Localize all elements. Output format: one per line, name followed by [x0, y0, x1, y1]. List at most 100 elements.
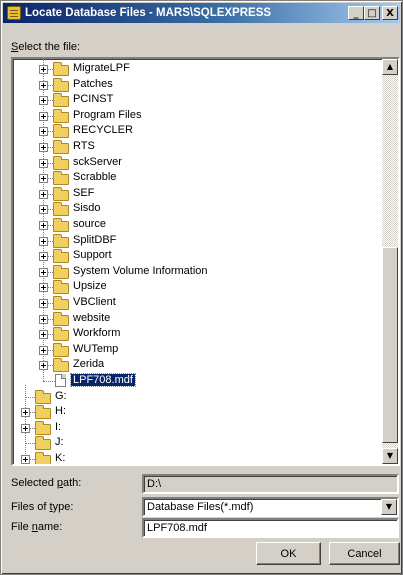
- tree-folder-item[interactable]: MigrateLPF: [13, 61, 373, 77]
- folder-icon: [53, 140, 69, 154]
- select-file-label: Select the file:: [11, 41, 80, 53]
- files-of-type-value: Database Files(*.mdf): [147, 501, 254, 513]
- expand-plus-icon[interactable]: [39, 361, 48, 371]
- window-title: Locate Database Files - MARS\SQLEXPRESS: [25, 7, 272, 19]
- folder-icon: [53, 311, 69, 326]
- tree-folder-item[interactable]: Workform: [13, 326, 373, 342]
- minimize-button[interactable]: _: [348, 6, 364, 20]
- tree-item-label: G:: [55, 389, 67, 402]
- tree-folder-item[interactable]: RTS: [13, 139, 373, 155]
- folder-icon: [53, 342, 69, 357]
- tree-folder-item[interactable]: WUTemp: [13, 342, 373, 358]
- database-icon: [7, 6, 21, 20]
- folder-icon: [53, 186, 69, 201]
- folder-icon: [53, 202, 69, 217]
- scroll-down-button[interactable]: ▼: [382, 448, 398, 464]
- folder-icon: [53, 296, 69, 310]
- expand-plus-icon[interactable]: [21, 408, 30, 418]
- scroll-thumb[interactable]: [382, 247, 398, 443]
- expand-plus-icon[interactable]: [39, 330, 48, 340]
- tree-item-label: J:: [55, 436, 64, 449]
- expand-plus-icon[interactable]: [39, 65, 48, 74]
- tree-folder-item[interactable]: source: [13, 217, 373, 233]
- expand-plus-icon[interactable]: [39, 80, 48, 90]
- file-tree[interactable]: ▲ ▼ MigrateLPF Patches PCINST Program Files…: [11, 57, 400, 466]
- tree-item-label: RTS: [73, 140, 95, 152]
- folder-icon: [53, 358, 69, 373]
- tree-folder-item[interactable]: RECYCLER: [13, 123, 373, 139]
- locate-database-files-dialog: Locate Database Files - MARS\SQLEXPRESS …: [0, 0, 403, 575]
- close-button[interactable]: X: [382, 6, 398, 20]
- tree-branch-line: [25, 396, 35, 398]
- files-of-type-select[interactable]: Database Files(*.mdf) ▼: [142, 497, 399, 517]
- tree-folder-item[interactable]: System Volume Information: [13, 264, 373, 280]
- tree-branch-line: [25, 443, 35, 445]
- title-bar[interactable]: Locate Database Files - MARS\SQLEXPRESS …: [3, 3, 400, 23]
- expand-plus-icon[interactable]: [21, 423, 30, 433]
- selected-path-label-pre: Selected: [11, 477, 57, 489]
- selected-path-field: D:\: [142, 474, 399, 494]
- expand-plus-icon[interactable]: [39, 143, 48, 152]
- file-name-input[interactable]: LPF708.mdf: [142, 518, 399, 538]
- tree-item-label: WUTemp: [73, 342, 119, 355]
- expand-plus-icon[interactable]: [39, 96, 48, 106]
- expand-plus-icon[interactable]: [39, 252, 48, 262]
- tree-folder-item[interactable]: SEF: [13, 186, 373, 202]
- folder-icon: [53, 62, 69, 76]
- tree-folder-item[interactable]: SplitDBF: [13, 233, 373, 249]
- expand-plus-icon[interactable]: [39, 299, 48, 308]
- expand-plus-icon[interactable]: [39, 345, 48, 355]
- tree-folder-item[interactable]: VBClient: [13, 295, 373, 311]
- vertical-scrollbar[interactable]: ▲ ▼: [382, 59, 398, 464]
- expand-plus-icon[interactable]: [39, 283, 48, 293]
- maximize-button[interactable]: □: [364, 6, 380, 20]
- tree-drive-item[interactable]: I:: [13, 420, 373, 436]
- tree-drive-item[interactable]: J:: [13, 435, 373, 451]
- tree-folder-item[interactable]: Program Files: [13, 108, 373, 124]
- folder-icon: [35, 389, 51, 404]
- expand-plus-icon[interactable]: [39, 205, 48, 215]
- tree-drive-item[interactable]: K:: [13, 451, 373, 464]
- dropdown-arrow-icon[interactable]: ▼: [381, 499, 397, 515]
- expand-plus-icon[interactable]: [39, 221, 48, 230]
- tree-folder-item[interactable]: sckServer: [13, 155, 373, 171]
- tree-item-label: SEF: [73, 186, 95, 199]
- scroll-up-button[interactable]: ▲: [382, 59, 398, 75]
- expand-plus-icon[interactable]: [21, 455, 30, 464]
- tree-item-label: VBClient: [73, 296, 116, 308]
- expand-plus-icon[interactable]: [39, 267, 48, 277]
- files-of-type-label: Files of type:: [11, 501, 73, 513]
- tree-file-item[interactable]: LPF708.mdf: [13, 373, 373, 389]
- tree-item-label: K:: [55, 452, 66, 464]
- tree-folder-item[interactable]: website: [13, 311, 373, 327]
- tree-folder-item[interactable]: Patches: [13, 77, 373, 93]
- tree-folder-item[interactable]: Zerida: [13, 357, 373, 373]
- folder-icon: [53, 77, 69, 92]
- expand-plus-icon[interactable]: [39, 189, 48, 199]
- tree-item-label: Program Files: [73, 108, 142, 121]
- select-file-label-rest: elect the file:: [18, 41, 81, 53]
- expand-plus-icon[interactable]: [39, 174, 48, 184]
- tree-item-label: Upsize: [73, 280, 107, 293]
- ok-button[interactable]: OK: [256, 542, 321, 565]
- folder-icon: [53, 280, 69, 295]
- tree-folder-item[interactable]: PCINST: [13, 92, 373, 108]
- folder-icon: [53, 264, 69, 279]
- expand-plus-icon[interactable]: [39, 314, 48, 324]
- expand-plus-icon[interactable]: [39, 111, 48, 121]
- expand-plus-icon[interactable]: [39, 127, 48, 137]
- tree-folder-item[interactable]: Scrabble: [13, 170, 373, 186]
- tree-branch-line: [43, 381, 55, 382]
- folder-icon: [53, 233, 69, 248]
- tree-folder-item[interactable]: Upsize: [13, 279, 373, 295]
- cancel-button[interactable]: Cancel: [329, 542, 400, 565]
- expand-plus-icon[interactable]: [39, 158, 48, 168]
- folder-icon: [35, 452, 51, 464]
- tree-item-label: PCINST: [73, 93, 114, 106]
- tree-folder-item[interactable]: Sisdo: [13, 201, 373, 217]
- tree-item-label: website: [73, 311, 111, 324]
- expand-plus-icon[interactable]: [39, 236, 48, 246]
- tree-folder-item[interactable]: Support: [13, 248, 373, 264]
- tree-drive-item[interactable]: H:: [13, 404, 373, 420]
- tree-drive-item[interactable]: G:: [13, 389, 373, 405]
